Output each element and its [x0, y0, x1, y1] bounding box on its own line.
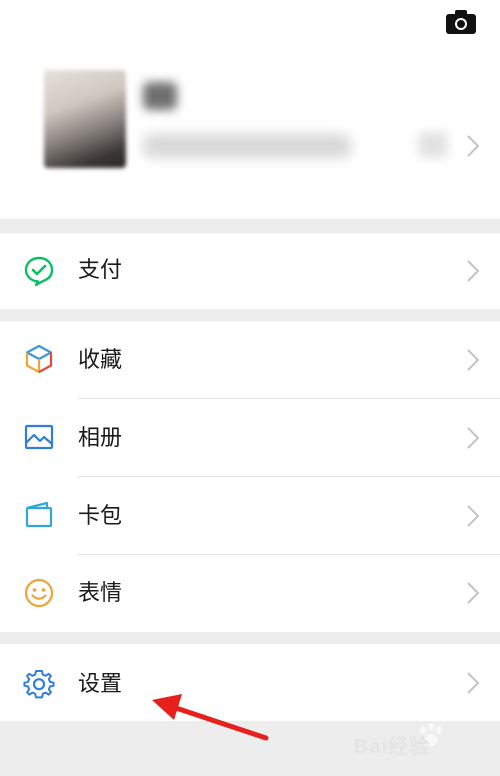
smiley-icon [24, 578, 54, 608]
gear-icon [23, 670, 55, 699]
chevron-right-icon [467, 505, 480, 527]
picture-icon [24, 424, 54, 450]
chevron-right-icon [467, 135, 480, 157]
wechat-id-blurred [143, 134, 351, 158]
cube-icon [25, 344, 53, 374]
menu-label-pay: 支付 [78, 258, 123, 283]
red-arrow-annotation [152, 694, 269, 741]
menu-item-cards[interactable]: 卡包 [0, 477, 500, 554]
chevron-right-icon [467, 427, 480, 449]
menu-label-album: 相册 [78, 426, 123, 451]
menu-item-stickers[interactable]: 表情 [0, 555, 500, 632]
menu-item-album[interactable]: 相册 [0, 399, 500, 476]
chevron-right-icon [467, 260, 480, 282]
menu-item-pay[interactable]: 支付 [0, 233, 500, 309]
menu-group-tools: 收藏 相册 卡包 表情 [0, 321, 500, 632]
menu-label-settings: 设置 [78, 672, 123, 697]
wechat-pay-icon [24, 256, 54, 287]
chevron-right-icon [467, 349, 480, 371]
nickname-blurred [143, 82, 177, 110]
menu-label-cards: 卡包 [78, 504, 123, 529]
menu-label-stickers: 表情 [78, 581, 123, 606]
chevron-right-icon [467, 582, 480, 604]
qr-code-icon[interactable] [418, 132, 448, 158]
menu-item-favorites[interactable]: 收藏 [0, 321, 500, 398]
avatar[interactable] [44, 70, 126, 168]
camera-icon[interactable] [446, 10, 476, 34]
menu-label-favorites: 收藏 [78, 348, 123, 373]
card-wallet-icon [25, 501, 53, 528]
profile-header[interactable] [0, 0, 500, 219]
chevron-right-icon [467, 672, 480, 694]
watermark-text: Bai经验 [354, 736, 431, 758]
